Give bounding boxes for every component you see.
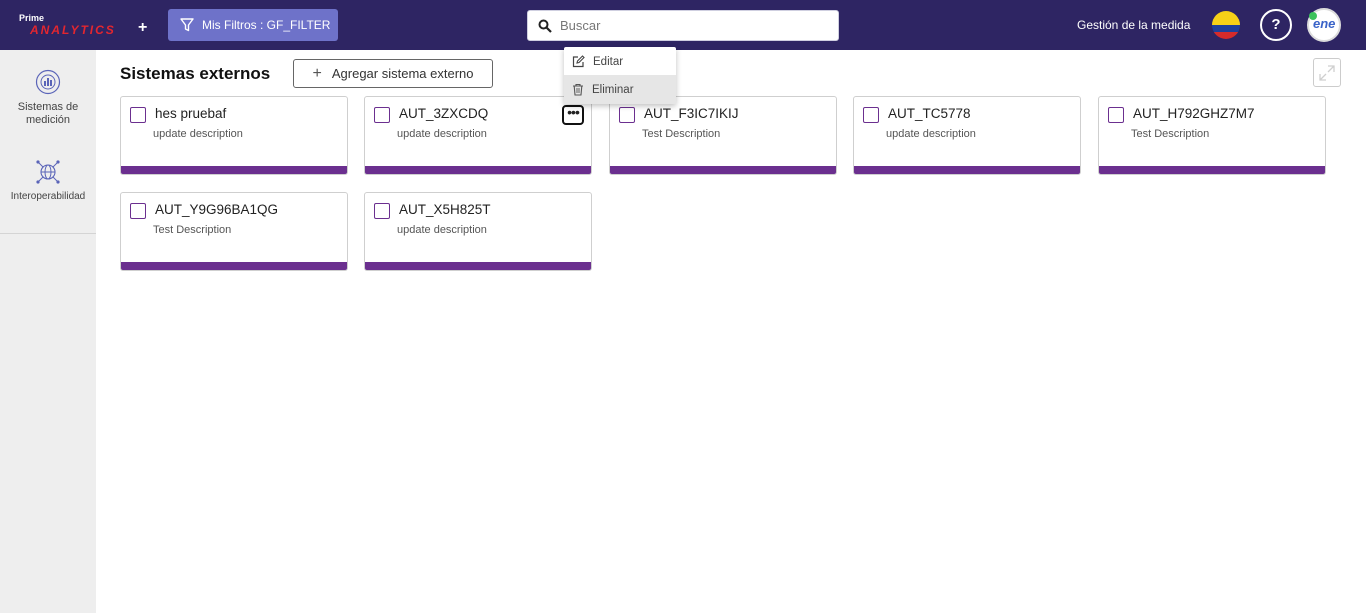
system-card[interactable]: hes pruebaf update description	[120, 96, 348, 175]
card-checkbox[interactable]	[863, 107, 879, 123]
system-card[interactable]: AUT_F3IC7IKIJ Test Description	[609, 96, 837, 175]
system-card[interactable]: AUT_X5H825T update description	[364, 192, 592, 271]
card-name: AUT_3ZXCDQ	[399, 106, 489, 121]
page-title: Sistemas externos	[120, 64, 271, 83]
card-accent-bar	[1099, 166, 1325, 174]
system-card[interactable]: AUT_3ZXCDQ update description •••	[364, 96, 592, 175]
card-checkbox[interactable]	[619, 107, 635, 123]
expand-button[interactable]	[1313, 58, 1341, 87]
avatar-logo-text: ene	[1313, 16, 1336, 31]
sidebar-item-interoperabilidad[interactable]: Interoperabilidad	[0, 159, 96, 202]
trash-icon	[573, 83, 583, 96]
card-description: update description	[886, 128, 976, 140]
sidebar-item-label: Interoperabilidad	[10, 191, 86, 202]
logo-analytics-text: ANALYTICS	[30, 23, 116, 37]
menu-item-label: Eliminar	[592, 83, 634, 96]
card-accent-bar	[365, 166, 591, 174]
add-external-system-button[interactable]: + Agregar sistema externo	[293, 59, 493, 88]
card-description: Test Description	[153, 224, 232, 236]
card-accent-bar	[854, 166, 1080, 174]
search-box[interactable]	[527, 10, 839, 41]
card-checkbox[interactable]	[130, 107, 146, 123]
card-description: update description	[397, 128, 487, 140]
logo-plus-text: +	[138, 19, 148, 36]
search-icon	[538, 19, 552, 33]
sidebar-divider	[0, 233, 96, 234]
edit-icon	[572, 55, 585, 68]
card-context-menu: Editar Eliminar	[564, 47, 676, 104]
card-accent-bar	[121, 262, 347, 270]
card-checkbox[interactable]	[374, 203, 390, 219]
add-button-label: Agregar sistema externo	[331, 66, 474, 81]
colombia-flag-icon[interactable]	[1212, 11, 1240, 39]
menu-item-eliminar[interactable]: Eliminar	[564, 75, 676, 104]
filters-button-label: Mis Filtros : GF_FILTER	[202, 18, 331, 32]
context-label: Gestión de la medida	[1077, 18, 1191, 32]
network-globe-icon	[35, 159, 61, 185]
card-description: Test Description	[1131, 128, 1210, 140]
prime-analytics-logo[interactable]: Prime ANALYTICS +	[19, 13, 159, 39]
card-accent-bar	[121, 166, 347, 174]
sidebar: Sistemas de medición Interoperabilidad	[0, 50, 96, 613]
card-description: update description	[397, 224, 487, 236]
system-card[interactable]: AUT_TC5778 update description	[853, 96, 1081, 175]
sidebar-item-sistemas-medicion[interactable]: Sistemas de medición	[0, 69, 96, 127]
menu-item-label: Editar	[593, 55, 624, 68]
card-description: update description	[153, 128, 243, 140]
filters-button[interactable]: Mis Filtros : GF_FILTER	[168, 9, 338, 41]
card-name: AUT_H792GHZ7M7	[1133, 106, 1255, 121]
card-accent-bar	[365, 262, 591, 270]
help-button[interactable]: ?	[1260, 9, 1292, 41]
chart-globe-icon	[35, 69, 61, 95]
system-card[interactable]: AUT_Y9G96BA1QG Test Description	[120, 192, 348, 271]
more-options-icon[interactable]: •••	[562, 105, 584, 125]
system-card[interactable]: AUT_H792GHZ7M7 Test Description	[1098, 96, 1326, 175]
card-name: AUT_F3IC7IKIJ	[644, 106, 739, 121]
card-name: hes pruebaf	[155, 106, 227, 121]
card-checkbox[interactable]	[130, 203, 146, 219]
card-accent-bar	[610, 166, 836, 174]
card-description: Test Description	[642, 128, 721, 140]
filter-icon	[180, 18, 194, 32]
sidebar-item-label: Sistemas de medición	[17, 101, 79, 126]
card-checkbox[interactable]	[1108, 107, 1124, 123]
card-name: AUT_X5H825T	[399, 202, 491, 217]
top-bar: Prime ANALYTICS + Mis Filtros : GF_FILTE…	[0, 0, 1366, 50]
menu-item-editar[interactable]: Editar	[564, 47, 676, 76]
card-name: AUT_TC5778	[888, 106, 971, 121]
search-input[interactable]	[560, 18, 820, 33]
expand-icon	[1319, 64, 1335, 81]
user-avatar[interactable]: ene	[1307, 8, 1341, 42]
card-checkbox[interactable]	[374, 107, 390, 123]
card-name: AUT_Y9G96BA1QG	[155, 202, 279, 217]
plus-icon: +	[312, 64, 322, 82]
logo-prime-text: Prime	[19, 13, 45, 23]
